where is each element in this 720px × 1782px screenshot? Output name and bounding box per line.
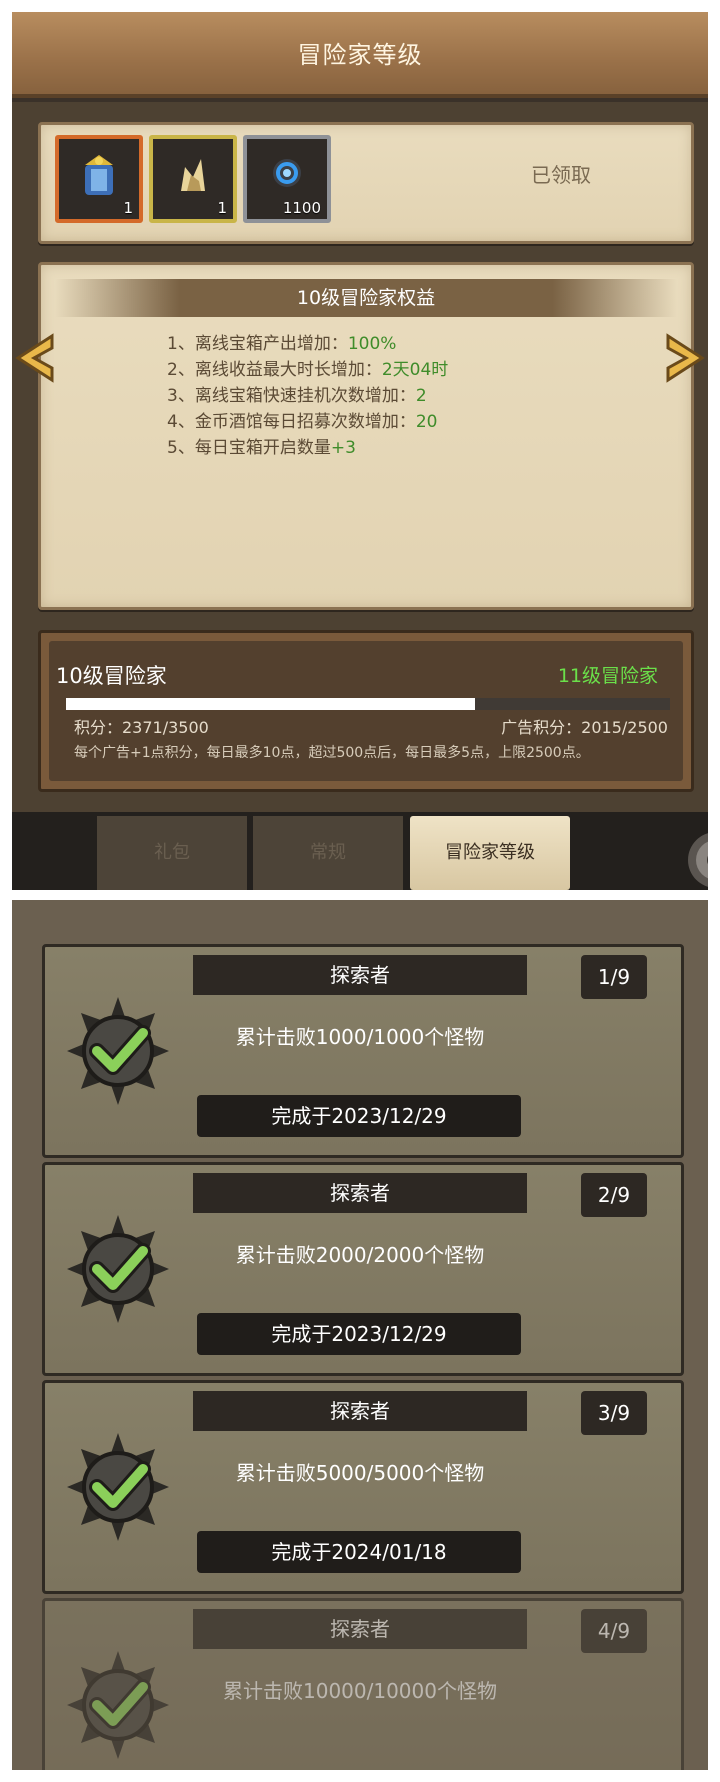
page-title: 冒险家等级 <box>297 41 423 69</box>
current-level-label: 10级冒险家 <box>56 664 167 688</box>
benefit-line: 4、金币酒馆每日招募次数增加：20 <box>167 412 438 432</box>
achievement-description: 累计击败10000/10000个怪物 <box>223 1679 497 1703</box>
check-badge-icon <box>67 997 169 1105</box>
benefit-value: 20 <box>415 412 438 432</box>
tab-bar: 礼包 常规 冒险家等级 <box>12 812 708 890</box>
reward-count: 1 <box>217 199 227 217</box>
armor-icon <box>85 155 113 195</box>
benefits-title: 10级冒险家权益 <box>55 279 677 317</box>
claimed-status: 已领取 <box>531 163 591 187</box>
achievement-card: 探索者 4/9 累计击败10000/10000个怪物 <box>42 1598 684 1770</box>
benefit-value: 100% <box>347 334 397 354</box>
achievement-title: 探索者 <box>193 1391 527 1431</box>
next-level-label: 11级冒险家 <box>557 665 658 687</box>
achievement-completed-date: 完成于2023/12/29 <box>197 1313 521 1355</box>
level-progress-fill <box>66 698 475 710</box>
points-label: 积分：2371/3500 <box>74 718 209 737</box>
achievement-card: 探索者 3/9 累计击败5000/5000个怪物 完成于2024/01/18 <box>42 1380 684 1594</box>
achievement-title: 探索者 <box>193 1609 527 1649</box>
achievement-title: 探索者 <box>193 955 527 995</box>
benefit-value: +3 <box>330 438 356 458</box>
achievement-completed-date: 完成于2023/12/29 <box>197 1095 521 1137</box>
benefits-panel: 10级冒险家权益 1、离线宝箱产出增加：100% 2、离线收益最大时长增加：2天… <box>38 262 694 610</box>
achievement-stage-badge: 1/9 <box>581 955 647 999</box>
achievement-card: 探索者 1/9 累计击败1000/1000个怪物 完成于2023/12/29 <box>42 944 684 1158</box>
achievement-completed-date: 完成于2024/01/18 <box>197 1531 521 1573</box>
reward-count: 1 <box>123 199 133 217</box>
reward-slot-gem[interactable]: 1100 <box>243 135 331 223</box>
helmet-horn-icon <box>181 159 205 191</box>
gear-icon[interactable] <box>672 828 708 890</box>
points-rule-text: 每个广告+1点积分，每日最多10点，超过500点后，每日最多5点，上限2500点… <box>74 745 590 761</box>
achievement-stage-badge: 3/9 <box>581 1391 647 1435</box>
previous-level-arrow-icon[interactable] <box>12 332 58 384</box>
reward-slot-helmet[interactable]: 1 <box>149 135 237 223</box>
benefit-value: 2 <box>415 386 427 406</box>
next-level-arrow-icon[interactable] <box>662 332 708 384</box>
reward-count: 1100 <box>282 199 321 217</box>
reward-slot-armor[interactable]: 1 <box>55 135 143 223</box>
tab-adventurer-level[interactable]: 冒险家等级 <box>410 816 570 890</box>
benefit-line: 1、离线宝箱产出增加：100% <box>167 334 397 354</box>
benefit-line: 2、离线收益最大时长增加：2天04时 <box>167 360 449 380</box>
benefit-line: 5、每日宝箱开启数量+3 <box>167 438 356 458</box>
level-progress-bar <box>66 698 670 710</box>
gem-ring-icon <box>273 159 301 187</box>
achievement-description: 累计击败1000/1000个怪物 <box>235 1025 485 1049</box>
tab-normal[interactable]: 常规 <box>253 816 403 890</box>
check-badge-icon <box>67 1215 169 1323</box>
achievement-stage-badge: 4/9 <box>581 1609 647 1653</box>
achievement-list-screen: 探索者 1/9 累计击败1000/1000个怪物 完成于2023/12/29 探… <box>12 900 708 1770</box>
benefit-line: 3、离线宝箱快速挂机次数增加：2 <box>167 386 427 406</box>
ad-points-label: 广告积分：2015/2500 <box>501 718 668 737</box>
reward-panel: 1 1 1100 已领取 <box>38 122 694 244</box>
tab-gift[interactable]: 礼包 <box>97 816 247 890</box>
benefit-value: 2天04时 <box>381 360 449 380</box>
achievement-stage-badge: 2/9 <box>581 1173 647 1217</box>
adventurer-level-screen: 冒险家等级 1 1 1100 已领取 10级冒险家权益 1、离线宝箱产出增加：1… <box>12 12 708 890</box>
achievement-description: 累计击败5000/5000个怪物 <box>235 1461 485 1485</box>
achievement-card: 探索者 2/9 累计击败2000/2000个怪物 完成于2023/12/29 <box>42 1162 684 1376</box>
achievement-description: 累计击败2000/2000个怪物 <box>235 1243 485 1267</box>
check-badge-icon <box>67 1651 169 1759</box>
check-badge-icon <box>67 1433 169 1541</box>
achievement-title: 探索者 <box>193 1173 527 1213</box>
